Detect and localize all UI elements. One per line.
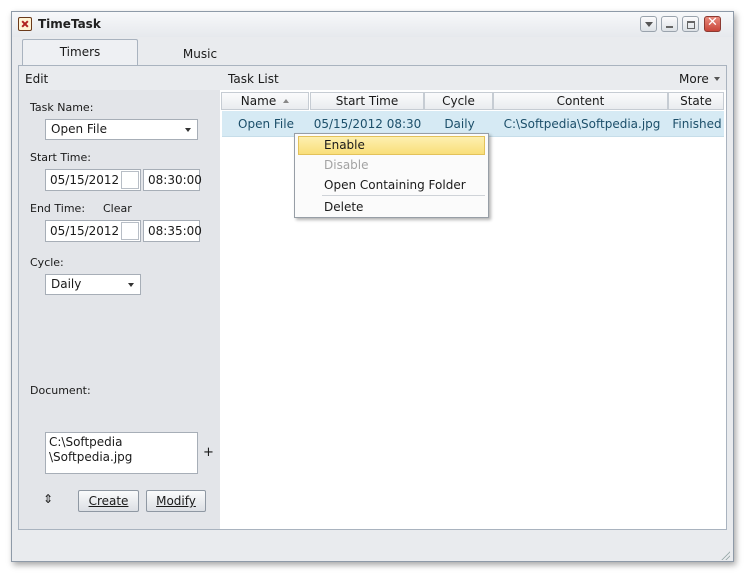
end-time-field[interactable]: 08:35:00 <box>143 220 202 242</box>
app-icon <box>18 17 32 31</box>
column-header-state[interactable]: State <box>668 92 724 110</box>
cycle-label: Cycle: <box>30 256 64 269</box>
start-time-label: Start Time: <box>30 151 91 164</box>
window-title: TimeTask <box>38 17 101 31</box>
menu-item-enable[interactable]: Enable <box>298 136 485 155</box>
resize-grip-icon[interactable] <box>720 550 730 560</box>
column-header-label: Start Time <box>335 94 399 108</box>
minimize-icon[interactable] <box>661 16 678 32</box>
more-button[interactable]: More <box>679 72 709 86</box>
column-header-content[interactable]: Content <box>493 92 668 110</box>
column-header-name[interactable]: Name <box>221 92 309 110</box>
edit-header: Edit <box>25 72 49 86</box>
document-path-line2: \Softpedia.jpg <box>49 450 133 464</box>
menu-item-disable: Disable <box>324 158 369 172</box>
modify-button[interactable]: Modify <box>146 490 206 512</box>
clear-link[interactable]: Clear <box>103 202 132 215</box>
document-field[interactable]: C:\Softpedia \Softpedia.jpg <box>45 432 198 474</box>
close-icon[interactable]: ✕ <box>704 15 721 32</box>
column-header-start-time[interactable]: Start Time <box>310 92 424 110</box>
tab-timers[interactable]: Timers <box>22 39 138 66</box>
create-button[interactable]: Create <box>78 490 139 512</box>
menu-item-delete[interactable]: Delete <box>298 198 485 217</box>
column-header-label: Name <box>240 94 277 108</box>
chevron-down-icon[interactable] <box>714 77 720 81</box>
document-label: Document: <box>30 384 91 397</box>
context-menu: Enable Disable Open Containing Folder De… <box>294 133 489 218</box>
cell-content: C:\Softpedia\Softpedia.jpg <box>503 117 661 131</box>
window-menu-icon[interactable] <box>640 16 657 32</box>
menu-separator <box>322 195 485 196</box>
sort-ascending-icon <box>283 99 290 103</box>
end-date-value: 05/15/2012 <box>50 224 120 238</box>
chevron-down-icon <box>128 283 134 287</box>
menu-item-open-containing-folder[interactable]: Open Containing Folder <box>298 176 485 195</box>
create-label: Create <box>88 494 129 508</box>
title-bar[interactable]: TimeTask ✕ <box>12 12 733 37</box>
add-document-button[interactable]: + <box>203 445 214 460</box>
end-time-value: 08:35:00 <box>148 224 202 238</box>
start-time-value: 08:30:00 <box>148 173 202 187</box>
cycle-select[interactable]: Daily <box>45 274 141 295</box>
task-name-select[interactable]: Open File <box>45 119 198 140</box>
chevron-down-icon <box>185 128 191 132</box>
cell-state: Finished <box>672 117 722 131</box>
modify-label: Modify <box>156 494 196 508</box>
task-name-label: Task Name: <box>30 101 94 114</box>
task-list-header: Task List <box>228 72 279 86</box>
task-name-value: Open File <box>51 122 107 136</box>
column-header-label: Cycle <box>442 94 475 108</box>
calendar-icon[interactable] <box>121 171 139 189</box>
column-header-label: State <box>680 94 712 108</box>
app-window: TimeTask ✕ Timers Music Edit Task List M… <box>11 11 734 562</box>
document-path-line1: C:\Softpedia <box>49 435 123 449</box>
column-header-cycle[interactable]: Cycle <box>424 92 493 110</box>
edit-pane: Task Name: Open File Start Time: 05/15/2… <box>19 90 220 529</box>
cycle-value: Daily <box>51 277 82 291</box>
swap-icon[interactable]: ⇕ <box>43 492 53 506</box>
end-time-label: End Time: <box>30 202 86 215</box>
start-date-value: 05/15/2012 <box>50 173 120 187</box>
restore-icon[interactable] <box>682 16 699 32</box>
start-time-field[interactable]: 08:30:00 <box>143 169 202 191</box>
column-header-label: Content <box>556 94 605 108</box>
calendar-icon[interactable] <box>121 222 139 240</box>
